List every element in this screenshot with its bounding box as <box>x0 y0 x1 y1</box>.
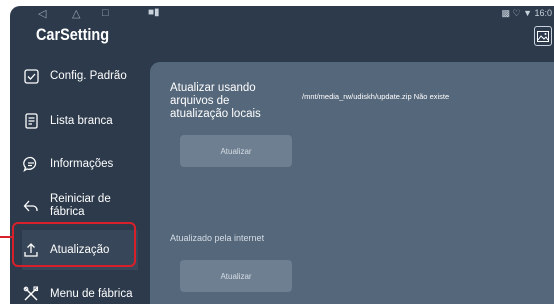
upload-icon <box>22 241 40 259</box>
sidebar-item-label: Atualização <box>50 243 110 256</box>
status-bar: ◁ △ □ ■▮ ▩ ♡ ▼ 16:0 <box>10 6 554 22</box>
sidebar-item-reiniciar-de-fabrica[interactable]: Reiniciar de fábrica <box>10 186 138 226</box>
sidebar-item-label: Reiniciar de fábrica <box>50 193 111 218</box>
sidebar-item-lista-branca[interactable]: Lista branca <box>10 101 138 141</box>
status-right-indicators: ▩ ♡ ▼ 16:0 <box>501 8 553 18</box>
sidebar-item-label: Lista branca <box>50 114 113 127</box>
nav-back-icon[interactable]: ◁ <box>38 7 46 20</box>
nav-recent-icon[interactable]: □ <box>102 7 109 19</box>
sidebar-item-atualizacao[interactable]: Atualização <box>22 230 138 270</box>
local-update-button[interactable]: Atualizar <box>180 135 292 167</box>
internet-update-title: Atualizado pela internet <box>170 233 265 243</box>
sidebar-item-menu-de-fabrica[interactable]: Menu de fábrica <box>10 274 138 304</box>
tools-icon <box>22 285 40 303</box>
app-title: CarSetting <box>36 25 110 44</box>
device-screen: ◁ △ □ ■▮ ▩ ♡ ▼ 16:0 CarSetting Config. P… <box>10 6 554 304</box>
document-icon <box>22 112 40 130</box>
sidebar-item-config-padrao[interactable]: Config. Padrão <box>10 56 138 96</box>
update-path-status: /mnt/media_rw/udiskh/update.zip Não exis… <box>302 92 450 101</box>
sidebar: Config. Padrão Lista branca Informações … <box>10 56 138 304</box>
sidebar-item-informacoes[interactable]: Informações <box>10 144 138 184</box>
sidebar-item-label: Informações <box>50 157 114 170</box>
chat-bubble-icon <box>22 155 40 173</box>
internet-update-button[interactable]: Atualizar <box>180 260 292 292</box>
local-update-title: Atualizar usando arquivos de atualização… <box>170 82 261 120</box>
nav-home-icon[interactable]: △ <box>72 7 80 20</box>
sidebar-item-label: Config. Padrão <box>50 69 127 82</box>
image-icon[interactable] <box>534 26 552 46</box>
reset-arrow-icon <box>22 197 40 215</box>
status-left-icons: ■▮ <box>148 7 160 18</box>
sidebar-item-label: Menu de fábrica <box>50 287 133 300</box>
annotation-pointer-line <box>0 236 12 238</box>
update-panel: Atualizar usando arquivos de atualização… <box>150 62 554 304</box>
checkbox-icon <box>22 67 40 85</box>
